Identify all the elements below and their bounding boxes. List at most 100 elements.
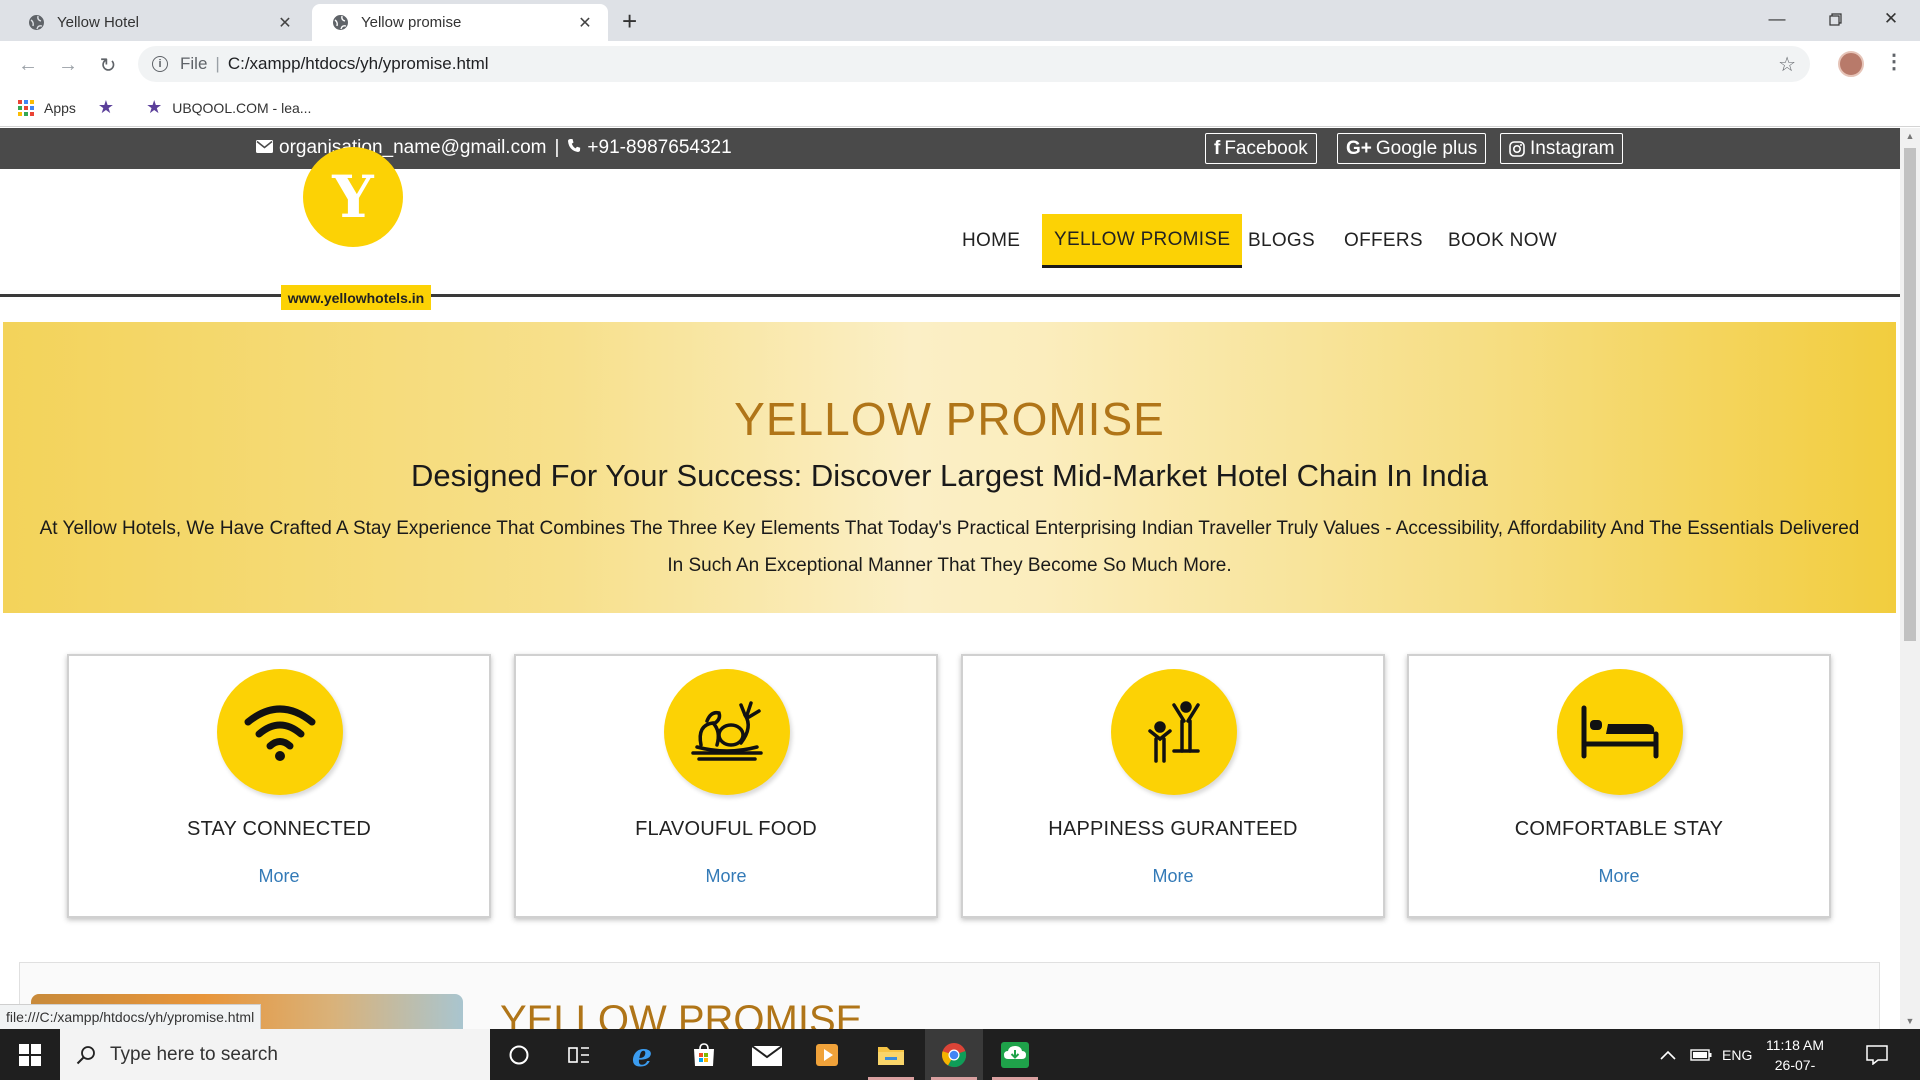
contact-separator: | [554,137,560,158]
scroll-up-icon[interactable]: ▲ [1900,128,1920,144]
envelope-icon [256,137,273,159]
address-separator: | [215,54,220,73]
tab-title: Yellow promise [361,14,462,31]
minimize-icon[interactable]: — [1748,0,1806,38]
clock-time: 11:18 AM [1765,1037,1825,1053]
status-url-tooltip: file:///C:/xampp/htdocs/yh/ypromise.html [0,1004,262,1029]
taskbar-clock[interactable]: 11:18 AM 26-07-2020 [1760,1035,1830,1080]
social-label: Google plus [1375,137,1478,159]
bookmark-label: Apps [44,99,76,116]
task-view-icon[interactable] [550,1029,608,1080]
nav-book-now[interactable]: BOOK NOW [1448,214,1557,268]
address-scheme: File [180,54,208,73]
site-info-icon[interactable]: i [152,56,168,72]
chrome-icon[interactable] [925,1029,983,1080]
more-link[interactable]: More [1409,866,1829,887]
globe-icon [28,14,45,31]
logo-letter: Y [332,163,374,231]
download-app-icon[interactable] [986,1029,1044,1080]
wifi-icon [217,669,343,795]
phone-icon [567,137,581,159]
tab-strip: Yellow Hotel ✕ Yellow promise ✕ + — ✕ [0,0,1920,41]
restore-icon[interactable] [1806,0,1864,38]
tab-close-icon[interactable]: ✕ [576,13,594,33]
bookmark-item[interactable]: ★ [98,97,124,118]
more-link[interactable]: More [69,866,489,887]
hero-banner: YELLOW PROMISE Designed For Your Success… [3,322,1896,613]
google-plus-icon: G+ [1346,137,1372,159]
social-label: Instagram [1530,137,1615,159]
google-plus-button[interactable]: G+ Google plus [1337,133,1487,164]
kebab-menu-icon[interactable]: ⋮ [1884,49,1904,74]
forward-arrow-icon[interactable]: → [54,51,82,79]
window-close-icon[interactable]: ✕ [1862,0,1920,38]
feature-title: COMFORTABLE STAY [1514,818,1724,840]
feature-title: FLAVOUFUL FOOD [635,818,817,840]
hero-title: YELLOW PROMISE [734,393,1165,445]
reload-icon[interactable]: ↻ [94,51,122,79]
show-hidden-icons-icon[interactable] [1660,1029,1676,1080]
feature-title: STAY CONNECTED [187,818,371,840]
nav-yellow-promise[interactable]: YELLOW PROMISE [1042,214,1243,268]
back-arrow-icon[interactable]: ← [14,51,42,79]
bookmark-label: UBQOOL.COM - lea... [172,99,312,116]
windows-taskbar: Type here to search e ENG 11:18 AM 26-07… [0,1029,1920,1080]
tab-yellow-promise[interactable]: Yellow promise ✕ [312,4,608,41]
bookmark-ubqool[interactable]: ★ UBQOOL.COM - lea... [146,97,311,118]
search-icon [76,1045,96,1065]
bookmarks-bar: Apps ★ ★ UBQOOL.COM - lea... [0,89,1920,127]
file-explorer-icon[interactable] [862,1029,920,1080]
tab-title: Yellow Hotel [57,14,139,31]
instagram-icon [1509,140,1525,157]
nav-offers[interactable]: OFFERS [1344,214,1423,268]
clock-date: 26-07-2020 [1774,1057,1816,1080]
contact-phone[interactable]: +91-8987654321 [587,137,731,159]
cortana-icon[interactable] [490,1029,548,1080]
windows-start-icon[interactable] [0,1029,60,1080]
feature-card-comfortable-stay: COMFORTABLE STAY More [1407,654,1831,918]
tab-close-icon[interactable]: ✕ [276,13,294,33]
globe-icon [332,14,349,31]
nav-home[interactable]: HOME [962,214,1020,268]
more-link[interactable]: More [516,866,936,887]
profile-avatar[interactable] [1838,51,1864,77]
bookmark-star-icon: ★ [97,97,115,117]
social-label: Facebook [1224,137,1308,159]
logo-url-label: www.yellowhotels.in [281,285,431,310]
feature-card-food: FLAVOUFUL FOOD More [514,654,938,918]
facebook-button[interactable]: f Facebook [1205,133,1317,164]
mail-icon[interactable] [738,1029,796,1080]
nav-blogs[interactable]: BLOGS [1248,214,1315,268]
page-scrollbar[interactable]: ▲ ▼ [1900,128,1920,1029]
browser-toolbar: ← → ↻ i File | C:/xampp/htdocs/yh/ypromi… [0,41,1920,89]
address-url: C:/xampp/htdocs/yh/ypromise.html [227,54,489,73]
more-link[interactable]: More [963,866,1383,887]
bookmark-star-icon: ★ [146,97,163,117]
bookmark-star-icon[interactable]: ☆ [1778,52,1796,77]
tab-yellow-hotel[interactable]: Yellow Hotel ✕ [8,4,308,41]
contact-topbar: organisation_name@gmail.com | +91-898765… [0,128,1900,169]
contact-email[interactable]: organisation_name@gmail.com [279,137,546,159]
store-icon[interactable] [675,1029,733,1080]
search-placeholder: Type here to search [110,1043,278,1065]
bed-icon [1557,669,1683,795]
taskbar-search-box[interactable]: Type here to search [60,1029,490,1080]
food-basket-icon [664,669,790,795]
feature-card-happiness: HAPPINESS GURANTEED More [961,654,1385,918]
battery-icon[interactable] [1690,1029,1712,1080]
scrollbar-thumb[interactable] [1904,148,1916,641]
apps-grid-icon [18,99,34,116]
site-logo[interactable]: Y [303,147,403,247]
notification-icon[interactable] [1866,1029,1888,1080]
site-header [0,169,1900,297]
language-indicator[interactable]: ENG [1722,1029,1752,1080]
address-bar[interactable]: i File | C:/xampp/htdocs/yh/ypromise.htm… [138,46,1810,82]
instagram-button[interactable]: Instagram [1500,133,1624,164]
edge-browser-icon[interactable]: e [613,1029,671,1080]
media-player-icon[interactable] [798,1029,856,1080]
feature-card-stay-connected: STAY CONNECTED More [67,654,491,918]
scroll-down-icon[interactable]: ▼ [1900,1013,1920,1029]
bookmark-apps[interactable]: Apps [18,99,76,116]
facebook-icon: f [1214,137,1221,159]
new-tab-plus-icon[interactable]: + [622,6,637,36]
